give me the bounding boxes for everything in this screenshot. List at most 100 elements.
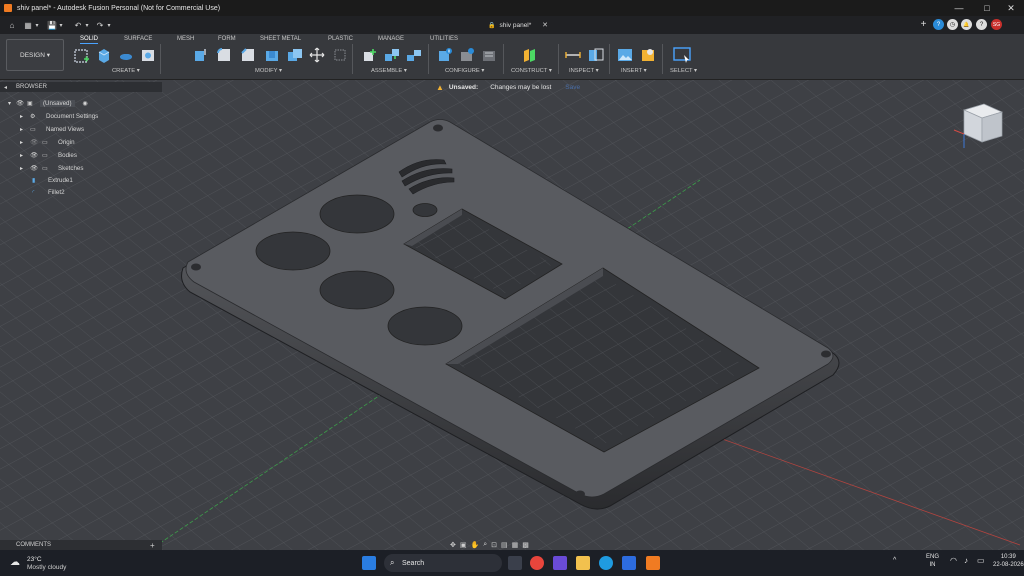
expand-icon[interactable]: ▸ [20, 139, 30, 146]
measure-icon[interactable] [565, 47, 581, 63]
expand-icon[interactable]: ▸ [20, 113, 30, 120]
home-icon[interactable]: ⌂ [6, 16, 18, 34]
fusion-taskbar-icon[interactable] [646, 556, 660, 570]
expand-icon[interactable]: ▸ [20, 165, 30, 172]
grid-settings-icon[interactable]: ▦ [512, 541, 519, 549]
change-parameters-icon[interactable] [437, 47, 453, 63]
as-built-joint-icon[interactable] [406, 47, 422, 63]
browser-item-fillet2[interactable]: ◜ Fillet2 [32, 186, 65, 198]
select-icon[interactable] [673, 47, 691, 63]
save-link[interactable]: Save [565, 84, 580, 91]
visibility-eye-icon[interactable]: 👁 [30, 151, 42, 159]
minimize-button[interactable]: — [946, 0, 972, 16]
round-cutout-3[interactable] [319, 270, 395, 310]
inspect-menu[interactable]: INSPECT ▾ [569, 68, 599, 74]
browser-item-bodies[interactable]: ▸ 👁 ▭ Bodies [20, 149, 77, 161]
insert-mesh-icon[interactable] [640, 47, 656, 63]
move-copy-icon[interactable] [309, 47, 325, 63]
tab-mesh[interactable]: MESH [177, 36, 194, 42]
task-view-icon[interactable] [508, 556, 522, 570]
close-button[interactable]: ✕ [998, 0, 1024, 16]
tray-overflow-icon[interactable]: ^ [893, 557, 896, 565]
volume-icon[interactable]: ♪ [964, 557, 968, 565]
configure-rule-icon[interactable] [481, 47, 497, 63]
mounting-hole[interactable] [821, 350, 831, 358]
new-component-icon[interactable] [362, 47, 378, 63]
view-cube[interactable] [950, 96, 1010, 158]
fillet-icon[interactable] [216, 47, 232, 63]
notifications-icon[interactable]: 🔔 [961, 19, 972, 30]
undo-chevron-icon[interactable]: ▾ [83, 16, 91, 34]
look-at-icon[interactable]: ▣ [460, 541, 467, 549]
revolve-icon[interactable] [118, 47, 134, 63]
round-cutout-4[interactable] [387, 306, 463, 346]
job-status-icon[interactable]: ◷ [947, 19, 958, 30]
tab-plastic[interactable]: PLASTIC [328, 36, 353, 42]
zoom-icon[interactable]: ⌕ [483, 541, 487, 549]
create-menu[interactable]: CREATE ▾ [112, 68, 140, 74]
tab-manage[interactable]: MANAGE [378, 36, 404, 42]
offset-plane-icon[interactable] [522, 47, 538, 63]
activate-radio-icon[interactable]: ◉ [83, 100, 88, 107]
add-comment-icon[interactable]: + [150, 541, 155, 550]
battery-icon[interactable]: ▭ [977, 557, 985, 565]
visibility-eye-icon[interactable]: 👁 [30, 164, 42, 172]
edge-icon[interactable] [599, 556, 613, 570]
browser-root[interactable]: ▾ 👁 ▣ (Unsaved) ◉ [8, 97, 88, 109]
extrude-icon[interactable] [96, 47, 112, 63]
save-chevron-icon[interactable]: ▾ [57, 16, 65, 34]
redo-chevron-icon[interactable]: ▾ [105, 16, 113, 34]
hole-icon[interactable] [140, 47, 156, 63]
fit-icon[interactable]: ⊡ [491, 541, 497, 549]
expand-icon[interactable]: ▾ [8, 100, 16, 107]
visibility-eye-icon[interactable]: 👁 [16, 99, 27, 107]
tab-solid[interactable]: SOLID [80, 36, 99, 44]
chamfer-icon[interactable] [240, 47, 256, 63]
tab-sheet-metal[interactable]: SHEET METAL [260, 36, 301, 42]
expand-icon[interactable]: ▸ [20, 126, 30, 133]
user-avatar[interactable]: SG [991, 19, 1002, 30]
pan-icon[interactable]: ✋ [471, 541, 480, 549]
browser-item-extrude1[interactable]: ▮ Extrude1 [32, 174, 73, 186]
tab-utilities[interactable]: UTILITIES [430, 36, 458, 42]
configure-table-icon[interactable] [459, 47, 475, 63]
workspace-switcher[interactable]: DESIGN ▾ [6, 39, 64, 71]
mounting-hole[interactable] [191, 263, 201, 271]
tab-surface[interactable]: SURFACE [124, 36, 152, 42]
browser-item-sketches[interactable]: ▸ 👁 ▭ Sketches [20, 162, 83, 174]
comments-panel[interactable]: COMMENTS + [0, 540, 162, 550]
construct-menu[interactable]: CONSTRUCT ▾ [511, 68, 552, 74]
mounting-hole[interactable] [575, 490, 585, 498]
browser-item-document-settings[interactable]: ▸ ⚙ Document Settings [20, 110, 98, 122]
wifi-icon[interactable]: ◠ [950, 557, 957, 565]
create-sketch-icon[interactable] [74, 47, 90, 63]
weather-desc[interactable]: Mostly cloudy [27, 564, 66, 571]
maximize-button[interactable]: □ [974, 0, 1000, 16]
press-pull-icon[interactable] [192, 47, 208, 63]
select-menu[interactable]: SELECT ▾ [670, 68, 697, 74]
support-icon[interactable]: ? [976, 19, 987, 30]
round-cutout-1[interactable] [255, 231, 331, 271]
mounting-hole[interactable] [433, 124, 443, 132]
orbit-icon[interactable]: ✥ [450, 541, 456, 549]
modify-menu[interactable]: MODIFY ▾ [255, 68, 282, 74]
file-explorer-icon[interactable] [576, 556, 590, 570]
align-icon[interactable] [332, 47, 348, 63]
tab-close-icon[interactable]: ✕ [540, 16, 550, 34]
configure-menu[interactable]: CONFIGURE ▾ [445, 68, 484, 74]
browser-item-named-views[interactable]: ▸ ▭ Named Views [20, 123, 84, 135]
document-tab[interactable]: 🔒 shiv panel* [488, 18, 531, 32]
browser-header[interactable]: ◂ BROWSER [0, 82, 162, 92]
start-button[interactable] [362, 556, 376, 570]
language-indicator[interactable]: ENG IN [926, 553, 939, 569]
assemble-menu[interactable]: ASSEMBLE ▾ [371, 68, 407, 74]
interference-icon[interactable] [588, 47, 604, 63]
collapse-icon[interactable]: ◂ [4, 84, 7, 91]
viewports-icon[interactable]: ▩ [522, 541, 529, 549]
file-menu-chevron-icon[interactable]: ▾ [33, 16, 41, 34]
joint-icon[interactable] [384, 47, 400, 63]
store-icon[interactable] [622, 556, 636, 570]
insert-menu[interactable]: INSERT ▾ [621, 68, 647, 74]
display-settings-icon[interactable]: ▤ [501, 541, 508, 549]
chrome-icon[interactable] [530, 556, 544, 570]
